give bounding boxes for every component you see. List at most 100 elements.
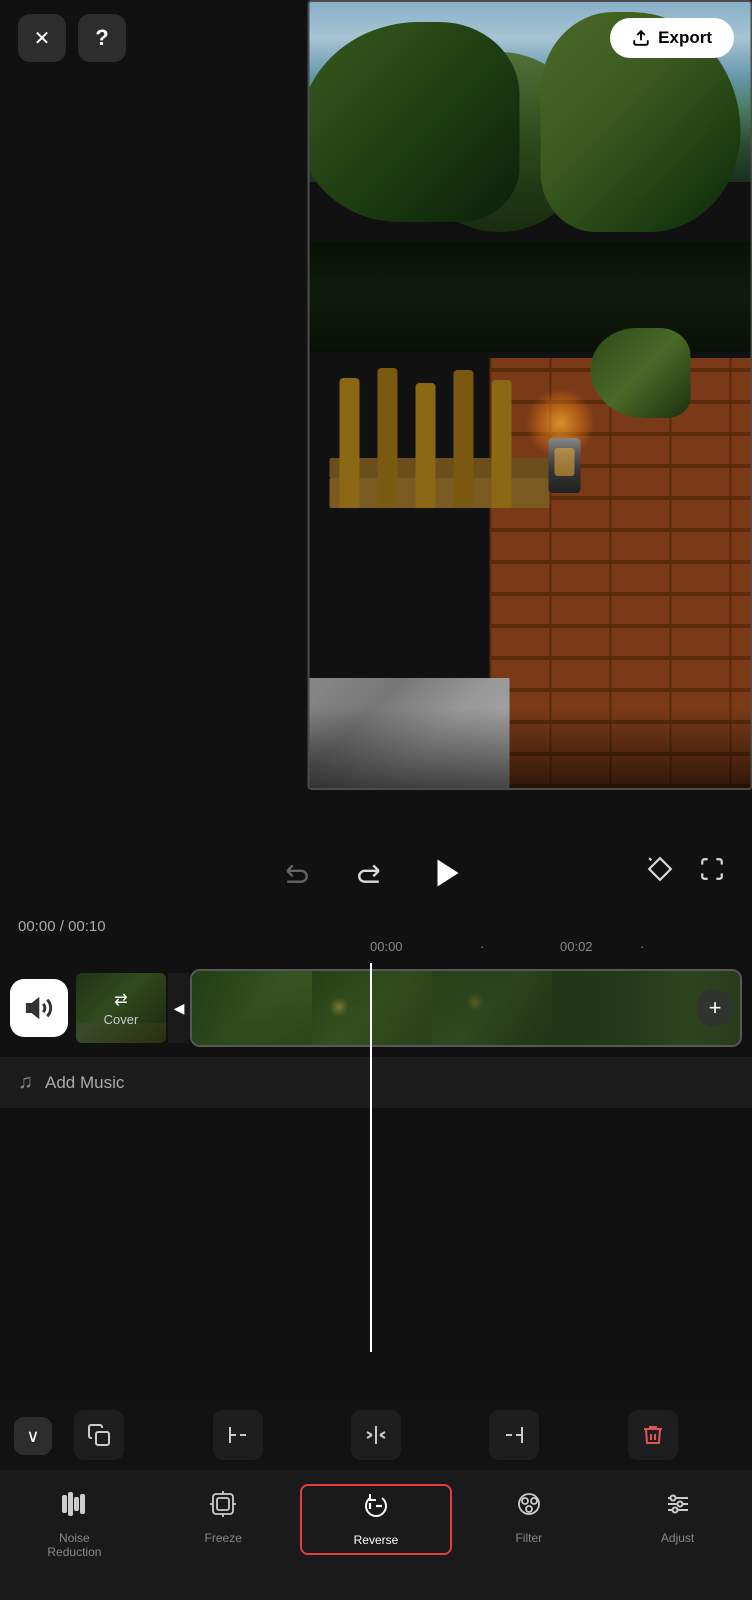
nav-item-noise-reduction[interactable]: NoiseReduction [0, 1482, 149, 1568]
undo-icon [284, 860, 310, 886]
cover-clip[interactable]: ⇄ Cover [76, 973, 166, 1043]
help-button[interactable]: ? [78, 14, 126, 62]
split-button[interactable] [351, 1410, 401, 1460]
cover-clip-inner: ⇄ Cover [76, 973, 166, 1043]
play-icon [430, 855, 466, 891]
time-marker-2: 00:02 [560, 939, 593, 954]
collapse-button[interactable]: ∨ [14, 1417, 52, 1455]
play-button[interactable] [421, 846, 475, 900]
track-row: ⇄ Cover ◀ 10.0s [0, 963, 752, 1053]
clip-collapse-arrow[interactable]: ◀ [168, 973, 190, 1043]
speaker-icon [25, 994, 53, 1022]
add-clip-button[interactable]: + [696, 989, 734, 1027]
fence-post-4 [453, 370, 473, 508]
thumbnail-frames [192, 971, 740, 1045]
clip-thumbnail [192, 971, 740, 1045]
fullscreen-button[interactable] [692, 849, 732, 889]
freeze-icon [209, 1490, 237, 1525]
duplicate-button[interactable] [74, 1410, 124, 1460]
time-separator: / [60, 918, 64, 935]
noise-reduction-icon [60, 1490, 88, 1525]
delete-icon [641, 1423, 665, 1447]
redo-icon [356, 860, 382, 886]
export-button[interactable]: Export [610, 18, 734, 58]
chevron-down-icon: ∨ [26, 1426, 39, 1447]
filter-icon [515, 1490, 543, 1525]
thumb-frame-3 [432, 971, 552, 1045]
lantern-body [548, 438, 580, 493]
cover-label-text: Cover [104, 1012, 139, 1027]
tracks-container: ⇄ Cover ◀ 10.0s [0, 963, 752, 1352]
edit-toolbar [0, 1400, 752, 1470]
fullscreen-icon [699, 856, 725, 882]
split-icon [364, 1423, 388, 1447]
current-time: 00:00 [18, 918, 56, 935]
freeze-label: Freeze [205, 1531, 242, 1545]
fence-post-2 [377, 368, 397, 508]
duplicate-icon [87, 1423, 111, 1447]
video-preview [307, 0, 752, 790]
video-area [0, 0, 752, 820]
keyframe-button[interactable] [640, 849, 680, 889]
total-time: 00:10 [68, 918, 106, 935]
timeline-section: 00:00 / 00:10 00:00 · 00:02 · [0, 914, 752, 1362]
timeline-empty [0, 1112, 752, 1352]
add-music-row[interactable]: ♫ Add Music [0, 1057, 752, 1108]
lantern-flame [554, 448, 574, 476]
delete-button[interactable] [628, 1410, 678, 1460]
export-label: Export [658, 28, 712, 48]
diamond-icon [647, 856, 673, 882]
undo-button[interactable] [277, 853, 317, 893]
reverse-label: Reverse [354, 1533, 399, 1547]
fence-post-3 [415, 383, 435, 508]
cover-clip-content: ⇄ Cover [104, 990, 139, 1027]
left-arrow-icon: ◀ [174, 1000, 185, 1017]
light-spot-1 [329, 997, 349, 1017]
nav-item-freeze[interactable]: Freeze [149, 1482, 298, 1553]
music-note-icon: ♫ [18, 1071, 33, 1094]
redo-button[interactable] [349, 853, 389, 893]
time-marker-dot1: · [480, 939, 484, 954]
top-bar: ✕ ? Export [0, 0, 752, 72]
cover-reverse-icon: ⇄ [114, 990, 127, 1010]
controls-bar [0, 830, 752, 908]
filter-label: Filter [515, 1531, 542, 1545]
fence-post-5 [491, 380, 511, 508]
audio-icon-button[interactable] [10, 979, 68, 1037]
water-area [309, 242, 750, 352]
close-button[interactable]: ✕ [18, 14, 66, 62]
time-markers-row: 00:00 · 00:02 · [0, 939, 752, 963]
video-clip-strip[interactable]: 10.0s + [190, 969, 742, 1047]
close-icon: ✕ [34, 26, 51, 51]
trim-start-icon [226, 1423, 250, 1447]
right-controls [640, 849, 732, 889]
time-marker-dot2: · [640, 939, 644, 954]
trim-start-button[interactable] [213, 1410, 263, 1460]
help-icon: ? [95, 25, 108, 51]
fence [329, 348, 549, 508]
light-spot-2 [466, 993, 484, 1011]
bottom-vignette [309, 708, 750, 788]
time-display: 00:00 / 00:10 [0, 914, 752, 939]
adjust-icon [664, 1490, 692, 1525]
nav-item-adjust[interactable]: Adjust [603, 1482, 752, 1553]
fence-post-1 [339, 378, 359, 508]
controls-section [0, 820, 752, 914]
nav-item-filter[interactable]: Filter [454, 1482, 603, 1553]
playhead [370, 963, 372, 1352]
reverse-icon [362, 1492, 390, 1527]
nav-item-reverse[interactable]: Reverse [300, 1484, 453, 1555]
thumb-frame-1 [192, 971, 312, 1045]
plus-icon: + [709, 995, 722, 1021]
thumb-frame-2 [312, 971, 432, 1045]
time-marker-0: 00:00 [370, 939, 403, 954]
bottom-nav: NoiseReduction Freeze Reverse [0, 1470, 752, 1600]
noise-reduction-label: NoiseReduction [47, 1531, 101, 1560]
export-icon [632, 29, 650, 47]
add-music-label: Add Music [45, 1073, 124, 1093]
trim-end-icon [502, 1423, 526, 1447]
top-bar-left: ✕ ? [18, 14, 126, 62]
fence-rail2 [329, 458, 549, 478]
fence-rail [329, 478, 549, 508]
trim-end-button[interactable] [489, 1410, 539, 1460]
